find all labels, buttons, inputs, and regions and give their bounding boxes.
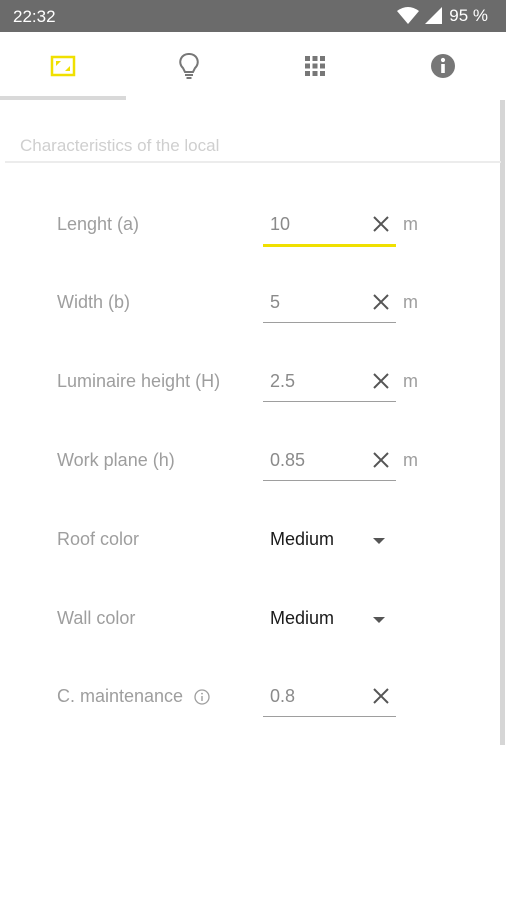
dropdown-arrow-icon (373, 617, 385, 623)
clear-maintenance-icon[interactable] (372, 687, 390, 705)
tab-indicator (0, 96, 126, 100)
grid-icon (305, 56, 325, 76)
length-label: Lenght (a) (57, 214, 140, 234)
maintenance-label: C. maintenance (57, 686, 184, 706)
lightbulb-icon (179, 52, 199, 79)
dropdown-arrow-icon (373, 538, 385, 544)
roof-color-value: Medium (270, 529, 335, 549)
wall-color-row: Wall color Medium (0, 600, 506, 640)
room-dimensions-icon (50, 55, 76, 77)
length-row: Lenght (a) 10 m (0, 206, 506, 247)
battery-percent: 95 % (449, 6, 488, 25)
info-icon (431, 54, 455, 78)
maintenance-row: C. maintenance 0.8 (0, 678, 506, 718)
width-value: 5 (270, 292, 281, 312)
luminaire-height-field[interactable]: 2.5 (263, 363, 396, 402)
luminaire-height-value: 2.5 (270, 371, 296, 391)
tab-luminaire[interactable] (126, 32, 252, 100)
work-plane-field[interactable]: 0.85 (263, 442, 396, 481)
clear-work-plane-icon[interactable] (372, 451, 390, 469)
work-plane-unit: m (403, 450, 418, 470)
clear-length-icon[interactable] (372, 215, 390, 233)
wifi-icon (397, 7, 420, 24)
maintenance-value: 0.8 (270, 686, 296, 706)
clear-width-icon[interactable] (372, 293, 390, 311)
width-field[interactable]: 5 (263, 284, 396, 323)
length-unit: m (403, 214, 418, 234)
status-bar: 22:32 95 % (0, 0, 506, 32)
luminaire-height-unit: m (403, 371, 418, 391)
status-icons: 95 % (397, 6, 488, 26)
length-value: 10 (270, 214, 291, 234)
luminaire-height-label: Luminaire height (H) (57, 371, 221, 391)
length-field[interactable]: 10 (263, 206, 396, 247)
tab-grid[interactable] (252, 32, 378, 100)
width-label: Width (b) (57, 292, 131, 312)
wall-color-value: Medium (270, 608, 335, 628)
maintenance-label-wrap: C. maintenance (57, 686, 210, 707)
work-plane-label: Work plane (h) (57, 450, 175, 470)
signal-icon (425, 7, 443, 24)
tab-info[interactable] (380, 32, 506, 100)
roof-color-row: Roof color Medium (0, 521, 506, 561)
work-plane-row: Work plane (h) 0.85 m (0, 442, 506, 482)
roof-color-label: Roof color (57, 529, 140, 549)
width-row: Width (b) 5 m (0, 284, 506, 324)
luminaire-height-row: Luminaire height (H) 2.5 m (0, 363, 506, 403)
wall-color-label: Wall color (57, 608, 136, 628)
tab-bar (0, 32, 506, 100)
tab-room[interactable] (0, 32, 126, 100)
section-divider (5, 161, 501, 163)
maintenance-field[interactable]: 0.8 (263, 678, 396, 717)
width-unit: m (403, 292, 418, 312)
work-plane-value: 0.85 (270, 450, 306, 470)
clear-luminaire-height-icon[interactable] (372, 372, 390, 390)
status-time: 22:32 (13, 7, 56, 26)
scrollbar[interactable] (500, 100, 505, 745)
section-title: Characteristics of the local (20, 136, 220, 155)
info-small-icon[interactable] (194, 689, 210, 705)
